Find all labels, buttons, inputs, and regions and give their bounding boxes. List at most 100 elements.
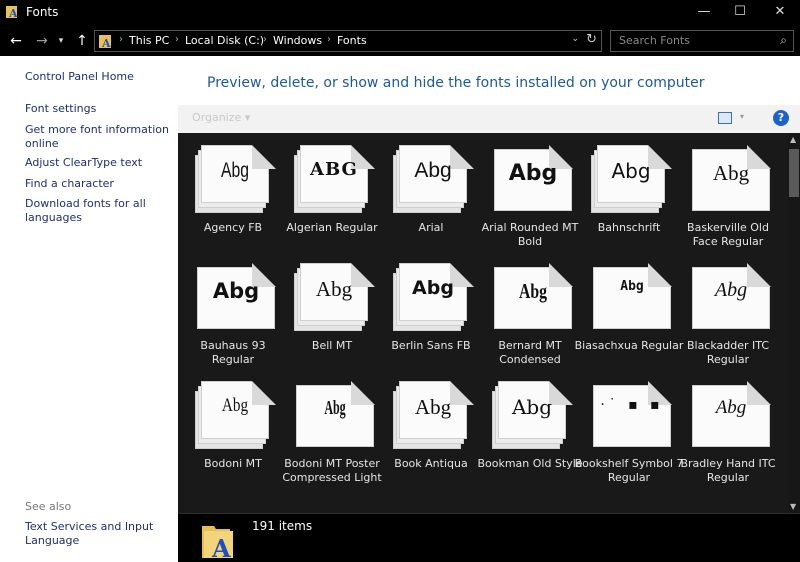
breadcrumb-this-pc[interactable]: This PC [129, 34, 169, 47]
item-count: 191 items [252, 519, 313, 533]
font-sample-text: Abg [324, 397, 346, 419]
font-family-icon: Abg [194, 145, 276, 213]
page-title: Preview, delete, or show and hide the fo… [207, 75, 705, 91]
font-grid: Abg Agency FB ABG Algerian Regular Abg Arial A… [178, 133, 788, 513]
font-tile[interactable]: Abg Bahnschrift [574, 133, 673, 253]
back-button[interactable]: ← [6, 31, 26, 51]
breadcrumb-separator-icon: › [263, 34, 267, 45]
font-tile[interactable]: Abg Agency FB [178, 133, 277, 253]
navigation-bar: ← → ▾ ↑ A › This PC › Local Disk (C:) › … [0, 26, 800, 56]
get-more-font-info-link[interactable]: Get more font information online [25, 123, 173, 151]
up-button[interactable]: ↑ [72, 31, 92, 51]
font-file-icon: ·˙ ▪ ▪ [590, 381, 672, 449]
maximize-button[interactable]: ☐ [722, 0, 758, 26]
font-file-icon: Abg [194, 263, 276, 331]
breadcrumb-fonts[interactable]: Fonts [337, 34, 367, 47]
font-family-icon: Abg [392, 263, 474, 331]
minimize-button[interactable]: — [686, 0, 722, 26]
window-title: Fonts [26, 5, 59, 19]
font-tile[interactable]: ABG Algerian Regular [277, 133, 378, 253]
see-also-heading: See also [25, 500, 72, 513]
text-services-link[interactable]: Text Services and Input Language [25, 520, 173, 548]
font-sample-text: Abg [715, 397, 747, 418]
font-tile[interactable]: Abg Berlin Sans FB [376, 251, 475, 371]
control-panel-home-link[interactable]: Control Panel Home [25, 70, 173, 84]
font-tile[interactable]: Abg Book Antiqua [376, 369, 475, 489]
font-file-icon: Abg [689, 381, 771, 449]
font-family-icon: Abg [392, 381, 474, 449]
font-tile[interactable]: Abg Bookman Old Style [475, 369, 583, 489]
command-bar: Organize ▾ ▾ ? [178, 105, 800, 133]
organize-button[interactable]: Organize ▾ [192, 111, 250, 124]
font-sample-text: Abg [412, 277, 454, 299]
svg-text:A: A [101, 37, 111, 49]
font-sample-text: Abg [508, 161, 558, 186]
recent-locations-button[interactable]: ▾ [54, 31, 68, 51]
font-sample-text: Abg [414, 395, 452, 419]
font-name-label: Bodoni MT Poster Compressed Light [282, 457, 382, 484]
font-tile[interactable]: Abg Arial [376, 133, 475, 253]
font-tile[interactable]: Abg Biasachxua Regular [574, 251, 683, 371]
font-settings-link[interactable]: Font settings [25, 102, 173, 116]
font-family-icon: Abg [293, 263, 375, 331]
font-sample-text: Abg [611, 159, 651, 183]
adjust-cleartype-link[interactable]: Adjust ClearType text [25, 156, 173, 170]
font-family-icon: Abg [392, 145, 474, 213]
search-input[interactable]: Search Fonts ⌕ [610, 30, 794, 52]
font-name-label: Bookshelf Symbol 7 Regular [574, 457, 684, 484]
fonts-window: A Fonts — ☐ ✕ ← → ▾ ↑ A › This PC › Loca… [0, 0, 800, 562]
font-tile[interactable]: Abg Bradley Hand ITC Regular [673, 369, 776, 489]
font-name-label: Arial [418, 221, 444, 234]
font-name-label: Biasachxua Regular [574, 339, 684, 352]
font-file-icon: Abg [293, 381, 375, 449]
font-sample-text: Abg [315, 277, 353, 301]
download-fonts-link[interactable]: Download fonts for all languages [25, 197, 173, 225]
scroll-thumb[interactable] [789, 149, 799, 197]
font-tile[interactable]: Abg Bodoni MT Poster Compressed Light [277, 369, 382, 489]
search-icon[interactable]: ⌕ [780, 33, 787, 48]
fonts-folder-icon: A [6, 6, 18, 19]
scroll-down-icon[interactable]: ▼ [790, 502, 796, 511]
breadcrumb-local-disk[interactable]: Local Disk (C:) [185, 34, 264, 47]
search-placeholder: Search Fonts [619, 34, 690, 47]
font-tile[interactable]: Abg Baskerville Old Face Regular [673, 133, 772, 253]
svg-text:A: A [8, 7, 18, 19]
scroll-up-icon[interactable]: ▲ [790, 135, 796, 144]
font-sample-text: ABG [310, 159, 358, 180]
find-character-link[interactable]: Find a character [25, 177, 173, 191]
refresh-icon[interactable]: ↻ [586, 32, 597, 47]
font-tile[interactable]: Abg Arial Rounded MT Bold [475, 133, 578, 253]
help-icon[interactable]: ? [773, 110, 789, 126]
forward-button[interactable]: → [32, 31, 52, 51]
breadcrumb-separator-icon: › [119, 34, 123, 45]
font-tile[interactable]: Abg Bauhaus 93 Regular [178, 251, 277, 371]
left-pane: Control Panel Home Font settings Get mor… [0, 56, 178, 562]
breadcrumb-windows[interactable]: Windows [273, 34, 322, 47]
font-tile[interactable]: Abg Bell MT [277, 251, 376, 371]
font-name-label: Bernard MT Condensed [498, 339, 562, 366]
font-file-icon: Abg [491, 263, 573, 331]
font-tile[interactable]: ·˙ ▪ ▪ Bookshelf Symbol 7 Regular [574, 369, 683, 489]
font-name-label: Algerian Regular [286, 221, 378, 234]
font-sample-text: Abg [714, 279, 748, 301]
font-name-label: Book Antiqua [394, 457, 468, 470]
font-name-label: Bookman Old Style [477, 457, 583, 470]
change-view-icon[interactable] [718, 112, 732, 124]
font-file-icon: Abg [689, 263, 771, 331]
address-history-dropdown[interactable]: ⌄ [571, 34, 579, 44]
font-file-icon: Abg [689, 145, 771, 213]
font-family-icon: Abg [590, 145, 672, 213]
address-bar[interactable]: A › This PC › Local Disk (C:) › Windows … [94, 30, 602, 52]
font-tile[interactable]: Abg Bernard MT Condensed [475, 251, 574, 371]
font-tile[interactable]: Abg Blackadder ITC Regular [673, 251, 772, 371]
font-name-label: Baskerville Old Face Regular [687, 221, 769, 248]
font-name-label: Bradley Hand ITC Regular [680, 457, 776, 484]
vertical-scrollbar[interactable]: ▲ ▼ [788, 133, 800, 513]
font-family-icon: Abg [491, 381, 573, 449]
svg-text:A: A [211, 534, 231, 560]
close-button[interactable]: ✕ [762, 0, 798, 26]
font-sample-text: Abg [212, 279, 260, 303]
font-tile[interactable]: Abg Bodoni MT [178, 369, 277, 489]
view-options-dropdown[interactable]: ▾ [740, 112, 744, 121]
font-name-label: Bodoni MT [204, 457, 262, 470]
